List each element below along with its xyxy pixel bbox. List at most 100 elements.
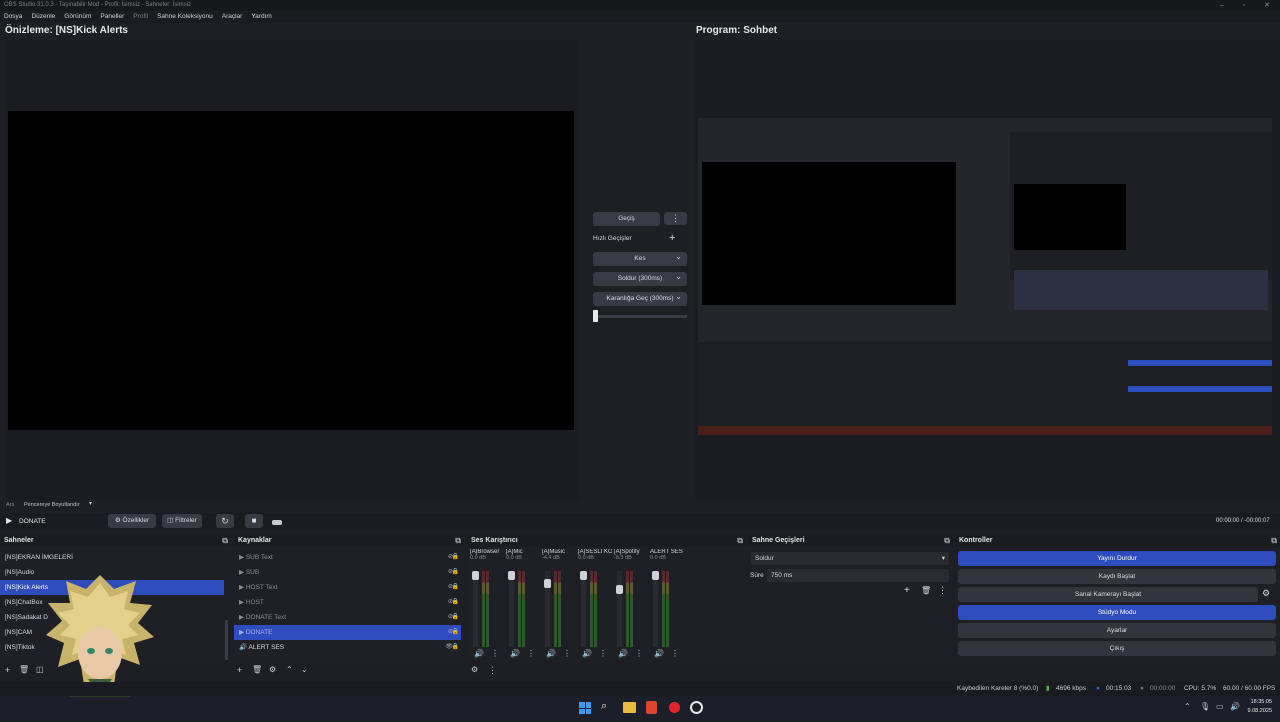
undock-icon[interactable]: ⧉ [737,535,743,547]
remove-source-icon[interactable]: 🗑 [252,663,262,677]
undock-icon[interactable]: ⧉ [1271,535,1277,547]
volume-fader[interactable] [508,571,515,647]
mic-icon[interactable]: 🎙 [1200,702,1210,711]
channel-menu-icon[interactable]: ⋮ [563,649,571,658]
channel-menu-icon[interactable]: ⋮ [599,649,607,658]
maximize-icon[interactable]: ▫ [1234,0,1254,11]
source-item[interactable]: ▶ HOST Text ⊘ 🔒 [234,580,461,595]
stop-streaming-button[interactable]: Yayını Durdur [958,551,1276,566]
transition-type-select[interactable]: Soldur ▾ [751,552,949,565]
add-transition-icon[interactable]: + [904,585,910,596]
undock-icon[interactable]: ⧉ [222,535,228,547]
duration-spinbox[interactable]: 750 ms [767,569,949,582]
lock-icon[interactable]: 🔒 [452,640,459,655]
t-bar-handle[interactable] [593,310,598,322]
mixer-settings-icon[interactable]: ⚙ [471,663,478,677]
quick-transition-fade-to-black[interactable]: Karanlığa Geç (300ms) [593,290,687,306]
add-quick-transition-icon[interactable]: + [669,232,675,244]
transition-menu-icon[interactable]: ⋮ [938,585,947,596]
scene-item[interactable]: [NS]EKRAN İMGELERİ [0,550,224,565]
volume-fader[interactable] [544,571,551,647]
speaker-icon[interactable]: 🔊 [510,649,520,658]
lock-icon[interactable]: 🔒 [452,595,459,610]
source-item[interactable]: ▶ HOST ⊘ 🔒 [234,595,461,610]
speaker-icon[interactable]: 🔊 [654,649,664,658]
lock-icon[interactable]: 🔒 [452,625,459,640]
source-item[interactable]: ▶ SUB Text ⊘ 🔒 [234,550,461,565]
speaker-icon[interactable]: 🔊 [474,649,484,658]
network-icon[interactable]: ▭ [1216,702,1224,711]
windows-start-icon[interactable] [579,702,591,714]
remove-transition-icon[interactable]: 🗑 [921,586,931,595]
minimize-icon[interactable]: – [1212,0,1232,11]
source-item-selected[interactable]: ▶ DONATE ⊘ 🔒 [234,625,461,640]
studio-mode-button[interactable]: Stüdyo Modu [958,605,1276,620]
virtual-camera-settings-icon[interactable]: ⚙ [1262,588,1270,599]
lock-icon[interactable]: 🔒 [452,610,459,625]
start-virtual-camera-button[interactable]: Sanal Kamerayı Başlat [958,587,1258,602]
lock-icon[interactable]: 🔒 [452,565,459,580]
scale-dropdown[interactable]: Pencereye Boyutlandır [24,502,80,508]
fader-knob[interactable] [472,571,479,580]
channel-menu-icon[interactable]: ⋮ [671,649,679,658]
transition-button[interactable]: Geçiş [593,212,660,226]
fader-knob[interactable] [544,579,551,589]
undock-icon[interactable]: ⧉ [944,535,950,547]
volume-fader[interactable] [616,571,623,647]
undock-icon[interactable]: ⧉ [455,535,461,547]
settings-button[interactable]: Ayarlar [958,623,1276,638]
speaker-icon[interactable]: 🔊 [582,649,592,658]
search-icon[interactable]: ⌕ [601,700,607,713]
close-icon[interactable]: ✕ [1257,0,1277,11]
fader-knob[interactable] [616,585,623,594]
brave-browser-icon[interactable] [646,701,657,714]
menu-file[interactable]: Dosya [4,11,22,23]
exit-button[interactable]: Çıkış [958,641,1276,656]
transition-menu-icon[interactable]: ⋮ [664,212,687,225]
media-seek-handle[interactable] [272,520,282,525]
menu-view[interactable]: Görünüm [64,11,91,23]
t-bar-track[interactable] [593,315,687,318]
clock-time[interactable]: 18:35:05 [1244,699,1272,705]
filters-button[interactable]: ◫ Filtreler [162,514,202,528]
fader-knob[interactable] [652,571,659,580]
start-recording-button[interactable]: Kaydı Başlat [958,569,1276,584]
fader-knob[interactable] [508,571,515,580]
menu-edit[interactable]: Düzenle [31,11,55,23]
source-item[interactable]: ▶ DONATE Text ⊘ 🔒 [234,610,461,625]
tray-chevron-icon[interactable]: ⌃ [1184,702,1191,711]
stop-icon[interactable]: ■ [245,514,263,528]
speaker-icon[interactable]: 🔊 [546,649,556,658]
scene-filters-icon[interactable]: ◫ [36,663,44,677]
clock-date[interactable]: 9.08.2025 [1244,708,1272,714]
play-icon[interactable]: ▶ [6,516,12,525]
speaker-icon[interactable]: 🔊 [618,649,628,658]
menu-profile[interactable]: Profil [133,11,148,23]
quick-transition-fade[interactable]: Soldur (300ms) [593,270,687,286]
scenes-scrollbar[interactable] [225,620,228,660]
properties-button[interactable]: ⚙ Özellikler [108,514,156,528]
move-up-icon[interactable]: ⌃ [286,663,293,677]
channel-menu-icon[interactable]: ⋮ [635,649,643,658]
add-scene-icon[interactable]: + [5,663,10,677]
lock-icon[interactable]: 🔒 [452,550,459,565]
menu-docks[interactable]: Paneller [100,11,124,23]
volume-fader[interactable] [472,571,479,647]
volume-fader[interactable] [652,571,659,647]
fader-knob[interactable] [580,571,587,580]
file-explorer-icon[interactable] [623,702,636,713]
restart-icon[interactable]: ↻ [216,514,234,528]
source-item[interactable]: ▶ SUB ⊘ 🔒 [234,565,461,580]
mixer-menu-icon[interactable]: ⋮ [488,663,497,677]
menu-scene-collection[interactable]: Sahne Koleksiyonu [157,11,213,23]
lock-icon[interactable]: 🔒 [452,580,459,595]
menu-help[interactable]: Yardım [251,11,271,23]
move-down-icon[interactable]: ⌄ [301,663,308,677]
source-item[interactable]: 🔊 ALERT SES 👁 🔒 [234,640,461,655]
volume-fader[interactable] [580,571,587,647]
remove-scene-icon[interactable]: 🗑 [19,663,29,677]
menu-tools[interactable]: Araçlar [222,11,243,23]
obs-icon[interactable] [690,701,703,714]
source-properties-icon[interactable]: ⚙ [269,663,276,677]
add-source-icon[interactable]: + [237,663,242,677]
